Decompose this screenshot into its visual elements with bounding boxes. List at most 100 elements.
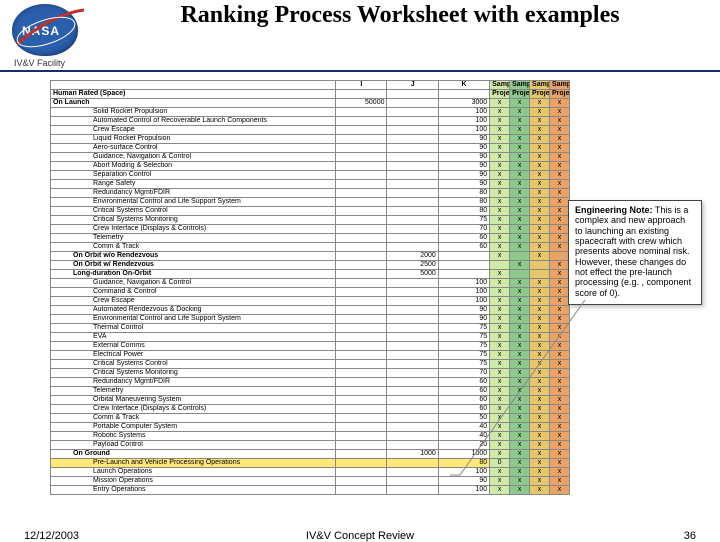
- cell-i: [336, 423, 387, 432]
- cell-j: [387, 342, 438, 351]
- row-label: Robotic Systems: [51, 432, 336, 441]
- ranking-table: IJKSampleSampleSampleSampleHuman Rated (…: [50, 80, 570, 495]
- sample-cell: x: [550, 234, 570, 243]
- table-row: Range Safety90xxxx: [51, 180, 570, 189]
- cell-k: 60: [438, 405, 489, 414]
- cell-k: 100: [438, 117, 489, 126]
- table-row: Orbital Maneuvering System60xxxx: [51, 396, 570, 405]
- sample-cell: x: [550, 99, 570, 108]
- sample-cell: x: [510, 360, 530, 369]
- sample-cell: x: [510, 378, 530, 387]
- cell-k: 90: [438, 315, 489, 324]
- table-row: Mission Operations90xxxx: [51, 477, 570, 486]
- sample-cell: x: [490, 225, 510, 234]
- sample-cell: x: [510, 459, 530, 468]
- sample-cell: x: [490, 369, 510, 378]
- sample-cell: x: [510, 144, 530, 153]
- sample-cell: x: [510, 414, 530, 423]
- cell-j: [387, 288, 438, 297]
- cell-i: [336, 117, 387, 126]
- sample-cell: x: [490, 288, 510, 297]
- sample-cell: x: [530, 378, 550, 387]
- sample-cell: x: [550, 315, 570, 324]
- sample-cell: x: [510, 180, 530, 189]
- cell-j: [387, 306, 438, 315]
- cell-j: [387, 117, 438, 126]
- sample-cell: x: [490, 486, 510, 495]
- cell-j: [387, 153, 438, 162]
- sample-cell: x: [510, 279, 530, 288]
- sample-cell: x: [490, 216, 510, 225]
- row-label: Critical Systems Monitoring: [51, 369, 336, 378]
- sample-cell: x: [530, 135, 550, 144]
- cell-i: [336, 243, 387, 252]
- cell-i: [336, 270, 387, 279]
- sample-col-line1: Sample: [550, 81, 570, 90]
- row-label: Abort Moding & Selection: [51, 162, 336, 171]
- sample-cell: x: [550, 207, 570, 216]
- row-label: Guidance, Navigation & Control: [51, 153, 336, 162]
- sample-cell: x: [530, 189, 550, 198]
- sample-cell: x: [490, 423, 510, 432]
- table-row: Critical Systems Monitoring70xxxx: [51, 369, 570, 378]
- sample-cell: x: [530, 486, 550, 495]
- page-title: Ranking Process Worksheet with examples: [100, 0, 700, 28]
- cell-i: [336, 162, 387, 171]
- footer-page-number: 36: [684, 530, 696, 542]
- cell-i: [336, 477, 387, 486]
- sample-cell: x: [510, 126, 530, 135]
- cell-i: [336, 441, 387, 450]
- row-label: Mission Operations: [51, 477, 336, 486]
- table-row: EVA75xxxx: [51, 333, 570, 342]
- nasa-logo: [12, 4, 78, 56]
- sample-cell: x: [530, 423, 550, 432]
- sample-cell: x: [550, 405, 570, 414]
- sample-cell: x: [550, 198, 570, 207]
- cell-i: [336, 333, 387, 342]
- cell-k: 75: [438, 360, 489, 369]
- table-row: Portable Computer System40xxxx: [51, 423, 570, 432]
- cell-i: [336, 378, 387, 387]
- row-label: Payload Control: [51, 441, 336, 450]
- sample-cell: x: [490, 342, 510, 351]
- sample-cell: x: [550, 288, 570, 297]
- sample-cell: x: [530, 126, 550, 135]
- cell-i: [336, 198, 387, 207]
- table-row: Crew Escape100xxxx: [51, 126, 570, 135]
- sample-cell: x: [510, 225, 530, 234]
- cell-j: [387, 396, 438, 405]
- sample-cell: x: [530, 360, 550, 369]
- sample-cell: x: [490, 198, 510, 207]
- sample-cell: x: [550, 378, 570, 387]
- cell-i: [336, 189, 387, 198]
- sample-cell: x: [550, 324, 570, 333]
- cell-k: 50: [438, 414, 489, 423]
- sample-cell: x: [530, 468, 550, 477]
- cell-k: 75: [438, 342, 489, 351]
- row-label: Guidance, Navigation & Control: [51, 279, 336, 288]
- sample-cell: x: [530, 171, 550, 180]
- sample-cell: x: [490, 468, 510, 477]
- sample-cell: x: [510, 108, 530, 117]
- sample-cell: x: [550, 342, 570, 351]
- cell-i: 50000: [336, 99, 387, 108]
- sample-cell: x: [510, 297, 530, 306]
- cell-i: [336, 324, 387, 333]
- cell-i: [336, 468, 387, 477]
- sample-col-line1: Sample: [490, 81, 510, 90]
- table-row: Environmental Control and Life Support S…: [51, 198, 570, 207]
- sample-cell: x: [490, 189, 510, 198]
- cell-k: 75: [438, 216, 489, 225]
- table-row: Long-duration On-Orbit5000xx: [51, 270, 570, 279]
- sample-cell: x: [530, 279, 550, 288]
- facility-label: IV&V Facility: [14, 58, 65, 68]
- cell-k: 75: [438, 324, 489, 333]
- sample-cell: [530, 261, 550, 270]
- cell-k: 100: [438, 108, 489, 117]
- row-label: Separation Control: [51, 171, 336, 180]
- table-row: Aero-surface Control90xxxx: [51, 144, 570, 153]
- table-row: Crew Escape100xxxx: [51, 297, 570, 306]
- cell-j: [387, 135, 438, 144]
- sample-cell: x: [510, 369, 530, 378]
- cell-j: [387, 333, 438, 342]
